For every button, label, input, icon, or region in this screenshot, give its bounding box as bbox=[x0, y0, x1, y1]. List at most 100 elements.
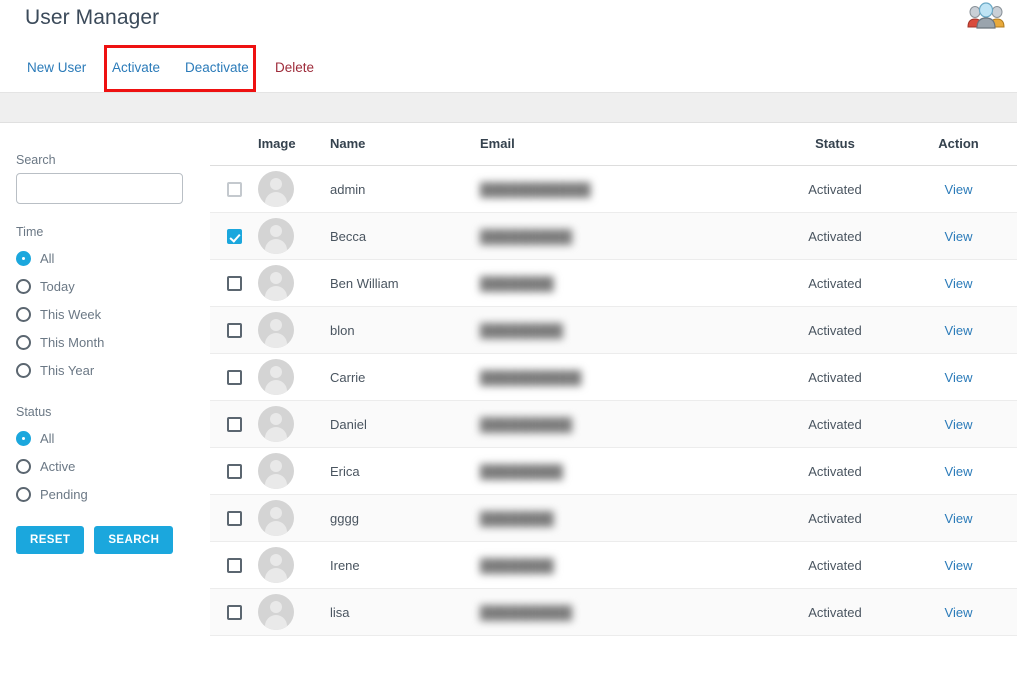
radio-icon[interactable] bbox=[16, 250, 31, 266]
row-image-cell bbox=[258, 353, 330, 401]
column-header-action: Action bbox=[900, 136, 1017, 166]
row-checkbox[interactable] bbox=[226, 417, 242, 433]
radio-icon[interactable] bbox=[16, 430, 31, 446]
view-link[interactable]: View bbox=[945, 558, 973, 573]
view-link[interactable]: View bbox=[945, 182, 973, 197]
option-label: This Week bbox=[40, 306, 102, 322]
row-checkbox[interactable] bbox=[226, 276, 242, 292]
row-select-cell[interactable] bbox=[210, 400, 258, 448]
table-row[interactable]: gggg ████████ Activated View bbox=[210, 494, 1017, 542]
row-select-cell[interactable] bbox=[210, 353, 258, 401]
view-link[interactable]: View bbox=[945, 229, 973, 244]
time-option-this-week[interactable]: This Week bbox=[16, 300, 196, 328]
time-option-this-month[interactable]: This Month bbox=[16, 328, 196, 356]
row-checkbox[interactable] bbox=[226, 605, 242, 621]
row-checkbox[interactable] bbox=[226, 229, 242, 245]
table-row[interactable]: lisa ██████████ Activated View bbox=[210, 588, 1017, 636]
redacted-email: █████████ bbox=[480, 463, 563, 479]
table-row[interactable]: blon █████████ Activated View bbox=[210, 306, 1017, 354]
row-select-cell[interactable] bbox=[210, 306, 258, 354]
row-email-cell: ███████████ bbox=[480, 353, 770, 401]
row-email-cell: ████████ bbox=[480, 259, 770, 307]
redacted-email: ████████ bbox=[480, 557, 554, 573]
table-row[interactable]: Carrie ███████████ Activated View bbox=[210, 353, 1017, 401]
row-select-cell[interactable] bbox=[210, 212, 258, 260]
option-label: All bbox=[40, 250, 55, 266]
row-checkbox[interactable] bbox=[226, 370, 242, 386]
option-label: Active bbox=[40, 458, 76, 474]
redacted-email: ██████████ bbox=[480, 228, 573, 244]
view-link[interactable]: View bbox=[945, 605, 973, 620]
row-checkbox[interactable] bbox=[226, 511, 242, 527]
row-name-cell: Erica bbox=[330, 447, 480, 495]
avatar bbox=[258, 171, 294, 207]
row-select-cell[interactable] bbox=[210, 541, 258, 589]
row-checkbox[interactable] bbox=[226, 182, 242, 198]
redacted-email: ██████████ bbox=[480, 604, 573, 620]
table-row[interactable]: Ben William ████████ Activated View bbox=[210, 259, 1017, 307]
table-row[interactable]: Becca ██████████ Activated View bbox=[210, 212, 1017, 260]
row-image-cell bbox=[258, 400, 330, 448]
view-link[interactable]: View bbox=[945, 370, 973, 385]
table-header-row: Image Name Email Status Action bbox=[210, 136, 1017, 166]
row-name-cell: Becca bbox=[330, 212, 480, 260]
radio-icon[interactable] bbox=[16, 362, 31, 378]
avatar bbox=[258, 312, 294, 348]
row-select-cell[interactable] bbox=[210, 588, 258, 636]
time-option-all[interactable]: All bbox=[16, 244, 196, 272]
filter-actions: RESET SEARCH bbox=[16, 526, 196, 554]
status-option-active[interactable]: Active bbox=[16, 452, 196, 480]
view-link[interactable]: View bbox=[945, 276, 973, 291]
row-action-cell: View bbox=[900, 588, 1017, 636]
radio-icon[interactable] bbox=[16, 458, 31, 474]
row-select-cell[interactable] bbox=[210, 259, 258, 307]
radio-icon[interactable] bbox=[16, 278, 31, 294]
column-header-image: Image bbox=[258, 136, 330, 166]
new-user-button[interactable]: New User bbox=[27, 46, 86, 90]
time-filter-label: Time bbox=[16, 225, 44, 239]
users-table: Image Name Email Status Action admin ████… bbox=[210, 136, 1017, 636]
search-button[interactable]: SEARCH bbox=[94, 526, 174, 554]
radio-icon[interactable] bbox=[16, 334, 31, 350]
option-label: This Year bbox=[40, 362, 95, 378]
row-status-cell: Activated bbox=[770, 212, 900, 260]
time-option-this-year[interactable]: This Year bbox=[16, 356, 196, 384]
row-action-cell: View bbox=[900, 494, 1017, 542]
time-filter-group: Time All Today This Week This Month This… bbox=[16, 225, 196, 384]
search-input[interactable] bbox=[16, 173, 183, 204]
reset-button[interactable]: RESET bbox=[16, 526, 85, 554]
activate-button[interactable]: Activate bbox=[112, 46, 160, 90]
row-name-cell: Irene bbox=[330, 541, 480, 589]
row-action-cell: View bbox=[900, 212, 1017, 260]
radio-icon[interactable] bbox=[16, 306, 31, 322]
deactivate-button[interactable]: Deactivate bbox=[185, 46, 249, 90]
row-select-cell[interactable] bbox=[210, 494, 258, 542]
row-checkbox[interactable] bbox=[226, 323, 242, 339]
row-checkbox[interactable] bbox=[226, 464, 242, 480]
row-email-cell: ████████ bbox=[480, 494, 770, 542]
status-option-all[interactable]: All bbox=[16, 424, 196, 452]
row-name-cell: admin bbox=[330, 165, 480, 213]
delete-button[interactable]: Delete bbox=[275, 46, 314, 90]
row-checkbox[interactable] bbox=[226, 558, 242, 574]
row-status-cell: Activated bbox=[770, 541, 900, 589]
avatar bbox=[258, 406, 294, 442]
user-manager-page: User Manager New User Activate Deactivat… bbox=[0, 0, 1017, 683]
table-row[interactable]: Daniel ██████████ Activated View bbox=[210, 400, 1017, 448]
table-row[interactable]: Erica █████████ Activated View bbox=[210, 447, 1017, 495]
row-select-cell[interactable] bbox=[210, 447, 258, 495]
row-status-cell: Activated bbox=[770, 306, 900, 354]
redacted-email: ████████ bbox=[480, 510, 554, 526]
radio-icon[interactable] bbox=[16, 486, 31, 502]
view-link[interactable]: View bbox=[945, 464, 973, 479]
view-link[interactable]: View bbox=[945, 417, 973, 432]
view-link[interactable]: View bbox=[945, 323, 973, 338]
time-option-today[interactable]: Today bbox=[16, 272, 196, 300]
row-select-cell[interactable] bbox=[210, 165, 258, 213]
status-option-pending[interactable]: Pending bbox=[16, 480, 196, 508]
row-name-cell: Daniel bbox=[330, 400, 480, 448]
table-row[interactable]: admin ████████████ Activated View bbox=[210, 165, 1017, 213]
view-link[interactable]: View bbox=[945, 511, 973, 526]
table-row[interactable]: Irene ████████ Activated View bbox=[210, 541, 1017, 589]
row-image-cell bbox=[258, 494, 330, 542]
